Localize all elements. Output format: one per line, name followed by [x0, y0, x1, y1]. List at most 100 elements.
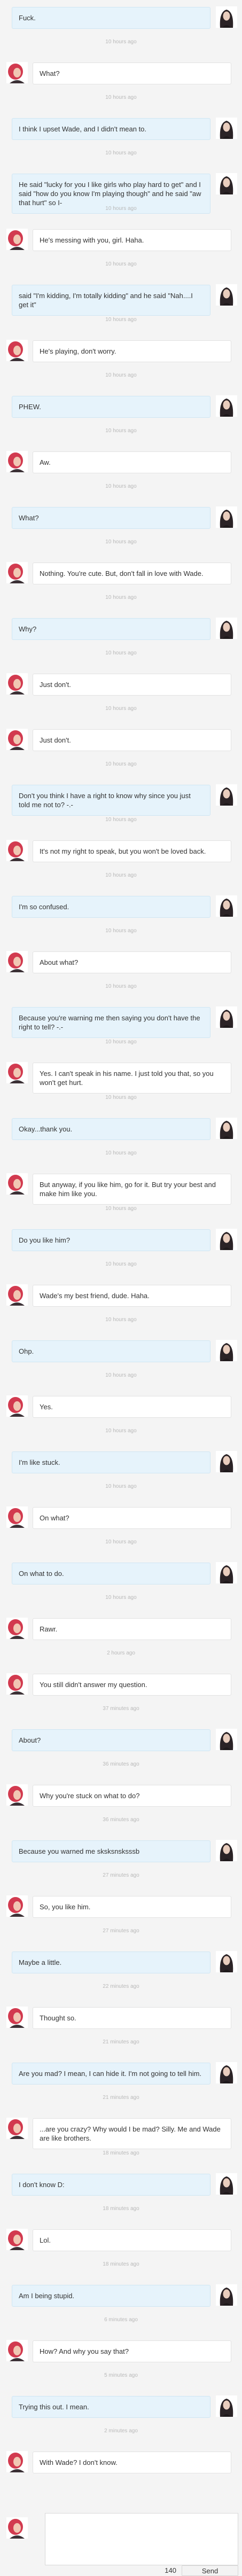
incoming-message: You still didn't answer my question.: [0, 1667, 242, 1700]
dark-haired-woman-avatar: [216, 6, 237, 28]
message-timestamp: 5 minutes ago: [104, 2372, 138, 2378]
message-timestamp: 2 minutes ago: [104, 2428, 138, 2434]
message-timestamp: 2 hours ago: [107, 1650, 135, 1656]
message-text: Nothing. You're cute. But, don't fall in…: [33, 563, 231, 584]
message-timestamp: 10 hours ago: [105, 428, 137, 434]
dark-haired-woman-avatar: [216, 284, 237, 306]
dark-haired-woman-avatar: [216, 2395, 237, 2417]
message-timestamp: 10 hours ago: [105, 1095, 137, 1100]
message-timestamp: 10 hours ago: [105, 928, 137, 934]
red-haired-woman-avatar: [6, 229, 28, 250]
message-text: He's messing with you, girl. Haha.: [33, 229, 231, 251]
message-text: So, you like him.: [33, 1896, 231, 1918]
red-haired-woman-avatar: [6, 62, 28, 83]
red-haired-woman-avatar: [6, 451, 28, 472]
incoming-message: Yes.: [0, 1389, 242, 1422]
dark-haired-woman-avatar: [216, 1840, 237, 1861]
message-timestamp: 10 hours ago: [105, 872, 137, 878]
message-timestamp: 10 hours ago: [105, 95, 137, 100]
dark-haired-woman-avatar: [216, 618, 237, 639]
incoming-message: He's messing with you, girl. Haha.: [0, 222, 242, 255]
message-timestamp: 22 minutes ago: [103, 1984, 139, 1989]
outgoing-message: Why?: [0, 611, 242, 644]
outgoing-message: Ohp.: [0, 1333, 242, 1367]
message-text: About?: [12, 1729, 210, 1751]
message-timestamp: 10 hours ago: [105, 539, 137, 545]
outgoing-message: Because you're warning me then saying yo…: [0, 1000, 242, 1038]
message-timestamp: 10 hours ago: [105, 706, 137, 712]
red-haired-woman-avatar: [6, 1506, 28, 1528]
incoming-message: About what?: [0, 944, 242, 978]
message-text: Fuck.: [12, 7, 210, 29]
outgoing-message: Do you like him?: [0, 1222, 242, 1255]
message-timestamp: 18 minutes ago: [103, 2206, 139, 2212]
incoming-message: Just don't.: [0, 667, 242, 700]
dark-haired-woman-avatar: [216, 2284, 237, 2306]
red-haired-woman-avatar: [6, 1895, 28, 1917]
outgoing-message: Fuck.: [0, 0, 242, 33]
outgoing-message: Trying this out. I mean.: [0, 2389, 242, 2422]
incoming-message: Nothing. You're cute. But, don't fall in…: [0, 556, 242, 589]
message-text: About what?: [33, 951, 231, 973]
message-timestamp: 27 minutes ago: [103, 1872, 139, 1878]
red-haired-woman-avatar: [6, 2517, 28, 2539]
outgoing-message: I'm so confused.: [0, 889, 242, 922]
message-timestamp: 18 minutes ago: [103, 2150, 139, 2156]
message-text: Because you're warning me then saying yo…: [12, 1007, 210, 1038]
dark-haired-woman-avatar: [216, 1006, 237, 1028]
dark-haired-woman-avatar: [216, 1951, 237, 1972]
message-timestamp: 10 hours ago: [105, 483, 137, 489]
message-timestamp: 10 hours ago: [105, 150, 137, 156]
message-text: Wade's my best friend, dude. Haha.: [33, 1285, 231, 1307]
message-text: It's not my right to speak, but you won'…: [33, 840, 231, 862]
incoming-message: With Wade? I don't know.: [0, 2445, 242, 2478]
outgoing-message: PHEW.: [0, 389, 242, 422]
incoming-message: ...are you crazy? Why would I be mad? Si…: [0, 2111, 242, 2149]
incoming-message: Yes. I can't speak in his name. I just t…: [0, 1056, 242, 1094]
outgoing-message: He said "lucky for you I like girls who …: [0, 167, 242, 214]
message-timestamp: 10 hours ago: [105, 317, 137, 323]
message-text: Yes.: [33, 1396, 231, 1418]
red-haired-woman-avatar: [6, 1395, 28, 1417]
dark-haired-woman-avatar: [216, 506, 237, 528]
outgoing-message: said "I'm kidding, I'm totally kidding" …: [0, 278, 242, 316]
message-text: On what?: [33, 1507, 231, 1529]
message-text: Just don't.: [33, 674, 231, 696]
message-timestamp: 6 minutes ago: [104, 2317, 138, 2323]
outgoing-message: Because you warned me sksksnsksssb: [0, 1833, 242, 1867]
send-button[interactable]: Send: [182, 2565, 238, 2576]
message-timestamp: 36 minutes ago: [103, 1761, 139, 1767]
incoming-message: But anyway, if you like him, go for it. …: [0, 1167, 242, 1205]
red-haired-woman-avatar: [6, 2118, 28, 2139]
dark-haired-woman-avatar: [216, 784, 237, 806]
message-text: You still didn't answer my question.: [33, 1674, 231, 1696]
incoming-message: On what?: [0, 1500, 242, 1533]
dark-haired-woman-avatar: [216, 1729, 237, 1750]
dark-haired-woman-avatar: [216, 2173, 237, 2195]
message-text: Just don't.: [33, 729, 231, 751]
message-timestamp: 10 hours ago: [105, 650, 137, 656]
outgoing-message: Are you mad? I mean, I can hide it. I'm …: [0, 2056, 242, 2089]
message-input[interactable]: [45, 2513, 238, 2565]
incoming-message: Just don't.: [0, 722, 242, 755]
outgoing-message: On what to do.: [0, 1556, 242, 1589]
message-text: On what to do.: [12, 1563, 210, 1584]
message-text: Ohp.: [12, 1340, 210, 1362]
message-timestamp: 36 minutes ago: [103, 1817, 139, 1823]
message-text: How? And why you say that?: [33, 2340, 231, 2362]
incoming-message: Thought so.: [0, 2000, 242, 2033]
outgoing-message: I don't know D:: [0, 2167, 242, 2200]
message-text: I think I upset Wade, and I didn't mean …: [12, 118, 210, 140]
message-text: Yes. I can't speak in his name. I just t…: [33, 1063, 231, 1094]
message-text: Am I being stupid.: [12, 2285, 210, 2307]
incoming-message: How? And why you say that?: [0, 2333, 242, 2367]
red-haired-woman-avatar: [6, 562, 28, 583]
red-haired-woman-avatar: [6, 2451, 28, 2472]
message-text: Maybe a little.: [12, 1951, 210, 1973]
message-text: said "I'm kidding, I'm totally kidding" …: [12, 285, 210, 316]
red-haired-woman-avatar: [6, 2007, 28, 2028]
message-text: Aw.: [33, 451, 231, 473]
dark-haired-woman-avatar: [216, 173, 237, 194]
message-text: Why you're stuck on what to do?: [33, 1785, 231, 1807]
incoming-message: It's not my right to speak, but you won'…: [0, 833, 242, 867]
